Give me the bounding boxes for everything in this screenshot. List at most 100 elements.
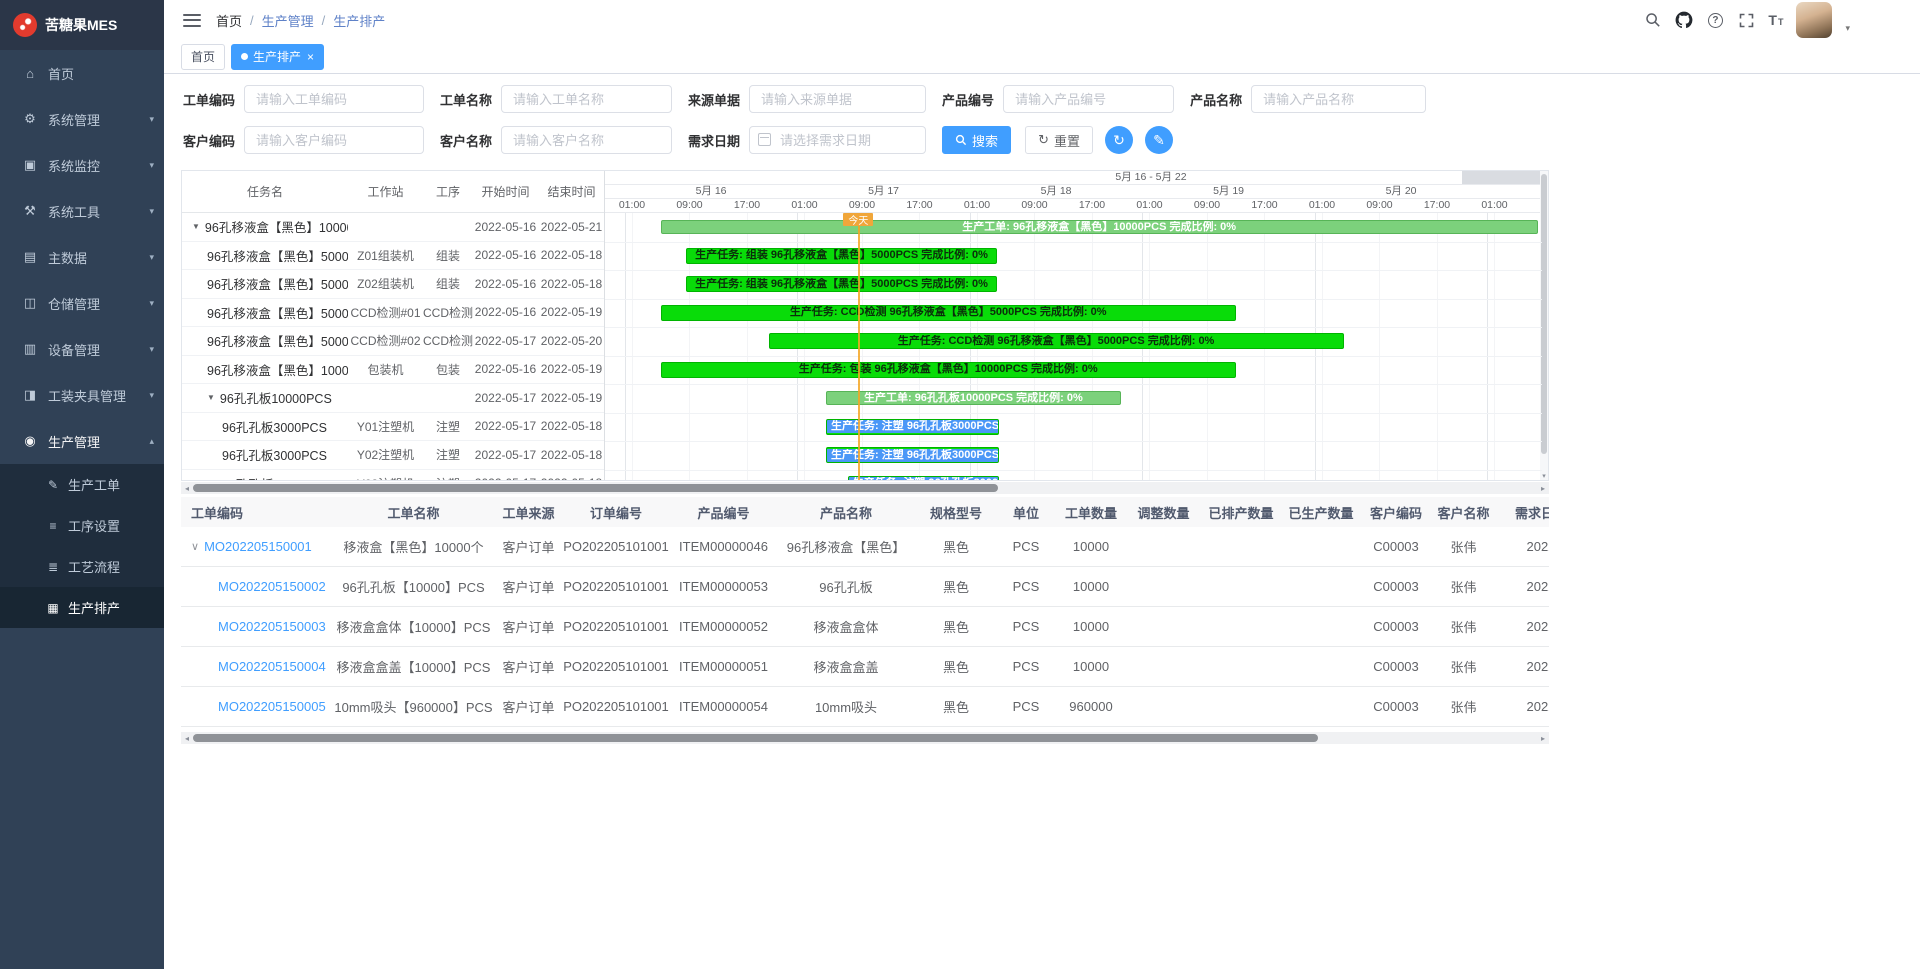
workorder-link[interactable]: MO202205150002 [218,579,326,594]
customer-name-input[interactable] [501,126,672,154]
edit-schedule-button[interactable]: ✎ [1145,126,1173,154]
sidebar-item-process-flow[interactable]: ≣工艺流程 [0,546,164,587]
gantt-task-row[interactable]: ▼96孔移液盒【黑色】10000PCS2022-05-162022-05-21 [182,213,604,242]
github-icon[interactable] [1675,10,1693,30]
sidebar-item-warehouse-management[interactable]: ◫仓储管理▾ [0,280,164,326]
sidebar-item-system-management[interactable]: ⚙系统管理▾ [0,96,164,142]
filter-label: 需求日期 [688,131,740,150]
hour-gridline [1494,213,1495,480]
workorder-name-input[interactable] [501,85,672,113]
refresh-gantt-button[interactable]: ↻ [1105,126,1133,154]
gantt-task-row[interactable]: 96孔移液盒【黑色】5000PCSCCD检测#01CCD检测2022-05-16… [182,299,604,328]
sidebar-item-production-scheduling[interactable]: ▦生产排产 [0,587,164,628]
scrollbar-track[interactable] [193,482,1537,494]
gantt-task-row[interactable]: 96孔移液盒【黑色】5000PCSZ02组装机组装2022-05-162022-… [182,270,604,299]
gantt-bar-task[interactable]: 生产任务: CCD检测 96孔移液盒【黑色】5000PCS 完成比例: 0% [769,333,1344,349]
workorder-table: 工单编码工单名称工单来源订单编号产品编号产品名称规格型号单位工单数量调整数量已排… [181,497,1549,727]
scroll-right-icon[interactable]: ▸ [1537,734,1549,743]
help-icon[interactable]: ? [1706,10,1724,30]
gantt-grid-header-cell: 开始时间 [473,183,538,200]
workorder-link[interactable]: MO202205150003 [218,619,326,634]
scroll-down-icon[interactable]: ▾ [1540,472,1548,480]
task-name-cell: 96孔移液盒【黑色】5000PCS [182,274,348,293]
sidebar-item-production-management[interactable]: ◉生产管理▴ [0,418,164,464]
gantt-bar-task[interactable]: 生产任务: 组装 96孔移液盒【黑色】5000PCS 完成比例: 0% [686,248,997,264]
scrollbar-thumb[interactable] [193,734,1318,742]
sidebar-item-master-data[interactable]: ▤主数据▾ [0,234,164,280]
reset-button[interactable]: ↻ 重置 [1025,126,1093,154]
search-button[interactable]: 搜索 [942,126,1011,154]
tab-close-icon[interactable]: × [307,50,314,64]
workorder-icon: ✎ [45,478,61,492]
gantt-bar-task[interactable]: 生产任务: 组装 96孔移液盒【黑色】5000PCS 完成比例: 0% [686,276,997,292]
sidebar-item-equipment-management[interactable]: ▥设备管理▾ [0,326,164,372]
workorder-code-input[interactable] [244,85,424,113]
sidebar-toggle-icon[interactable] [183,14,201,27]
gantt-bar-project[interactable]: 生产工单: 96孔孔板10000PCS 完成比例: 0% [826,391,1121,405]
gantt-bar-task[interactable]: 生产任务: CCD检测 96孔移液盒【黑色】5000PCS 完成比例: 0% [661,305,1236,321]
scroll-left-icon[interactable]: ◂ [181,734,193,743]
sidebar-item-home[interactable]: ⌂首页 [0,50,164,96]
expand-row-icon[interactable]: ∨ [191,540,199,553]
workorder-link[interactable]: MO202205150001 [204,539,312,554]
gantt-task-row[interactable]: 96孔孔板3000PCSY01注塑机注塑2022-05-172022-05-18 [182,413,604,442]
tab-production-scheduling[interactable]: 生产排产 × [231,44,324,70]
table-row[interactable]: ∨MO202205150001移液盒【黑色】10000个客户订单PO202205… [181,527,1549,567]
sidebar-item-process-settings[interactable]: ≡工序设置 [0,505,164,546]
scrollbar-track[interactable] [193,732,1537,744]
cell-source: 客户订单 [496,537,561,556]
cell-customer_name: 张伟 [1431,657,1496,676]
sidebar-item-production-workorder[interactable]: ✎生产工单 [0,464,164,505]
sidebar-item-system-tools[interactable]: ⚒系统工具▾ [0,188,164,234]
tab-home[interactable]: 首页 [181,44,225,70]
fullscreen-icon[interactable] [1737,10,1755,30]
search-icon[interactable] [1644,10,1662,30]
gantt-bar-project[interactable]: 生产工单: 96孔移液盒【黑色】10000PCS 完成比例: 0% [661,220,1538,234]
scroll-right-icon[interactable]: ▸ [1537,484,1549,493]
gantt-task-row[interactable]: 96孔孔板3000PCSY02注塑机注塑2022-05-172022-05-18 [182,441,604,470]
cell-product_name: 96孔孔板 [776,577,916,596]
breadcrumb-production-management[interactable]: 生产管理 [262,11,314,30]
product-code-input[interactable] [1003,85,1174,113]
table-row[interactable]: MO20220515000510mm吸头【960000】PCS客户订单PO202… [181,687,1549,727]
breadcrumb-production-scheduling[interactable]: 生产排产 [333,11,385,30]
collapse-arrow-icon[interactable]: ▼ [192,222,200,231]
gantt-task-row[interactable]: ▼96孔孔板10000PCS2022-05-172022-05-19 [182,384,604,413]
search-button-label: 搜索 [972,131,998,150]
breadcrumb-home[interactable]: 首页 [216,11,242,30]
gantt-bar-task[interactable]: 生产任务: 注塑 96孔孔板3000PCS 完成比例: 0% [826,447,999,463]
row-gridline [605,441,1542,442]
gantt-bars-area: 生产工单: 96孔移液盒【黑色】10000PCS 完成比例: 0% 生产任务: 组… [605,213,1542,480]
scrollbar-thumb[interactable] [193,484,998,492]
table-row[interactable]: MO202205150003移液盒盒体【10000】PCS客户订单PO20220… [181,607,1549,647]
gantt-horizontal-scrollbar[interactable]: ◂ ▸ [181,482,1549,494]
scroll-left-icon[interactable]: ◂ [181,484,193,493]
gantt-vertical-scrollbar[interactable]: ▾ [1540,171,1548,480]
source-document-input[interactable] [749,85,926,113]
gantt-task-row[interactable]: 96孔移液盒【黑色】5000PCSZ01组装机组装2022-05-162022-… [182,242,604,271]
collapse-arrow-icon[interactable]: ▼ [207,393,215,402]
gantt-bar-label: 生产任务: 组装 96孔移液盒【黑色】5000PCS 完成比例: 0% [691,278,992,291]
gantt-bar-task[interactable]: 生产任务: 注塑 96孔孔板3000PCS 完成比例: 0% [848,476,999,480]
workorder-link[interactable]: MO202205150005 [218,699,326,714]
task-station: Y01注塑机 [348,418,423,435]
avatar-caret-down-icon[interactable]: ▾ [1845,23,1850,34]
gantt-task-row[interactable]: 96孔移液盒【黑色】5000PCSCCD检测#02CCD检测2022-05-17… [182,327,604,356]
gantt-bar-task[interactable]: 生产任务: 包装 96孔移液盒【黑色】10000PCS 完成比例: 0% [661,362,1236,378]
table-row[interactable]: MO202205150004移液盒盒盖【10000】PCS客户订单PO20220… [181,647,1549,687]
table-horizontal-scrollbar[interactable]: ◂ ▸ [181,732,1549,744]
font-size-icon[interactable]: T T [1768,13,1783,27]
gantt-task-row[interactable]: 96孔孔板3000PCSY03注塑机注塑2022-05-172022-05-18 [182,470,604,481]
product-name-input[interactable] [1251,85,1426,113]
gantt-task-row[interactable]: 96孔移液盒【黑色】10000PCS包装机包装2022-05-162022-05… [182,356,604,385]
workorder-link[interactable]: MO202205150004 [218,659,326,674]
sidebar-item-system-monitoring[interactable]: ▣系统监控▾ [0,142,164,188]
demand-date-input[interactable] [749,126,926,154]
gantt-bar-task[interactable]: 生产任务: 注塑 96孔孔板3000PCS 完成比例: 0% [826,419,999,435]
table-row[interactable]: MO20220515000296孔孔板【10000】PCS客户订单PO20220… [181,567,1549,607]
avatar[interactable] [1796,2,1832,38]
task-station: CCD检测#02 [348,332,423,349]
cell-code: MO202205150004 [181,659,331,674]
customer-code-input[interactable] [244,126,424,154]
sidebar-item-fixture-management[interactable]: ◨工装夹具管理▾ [0,372,164,418]
